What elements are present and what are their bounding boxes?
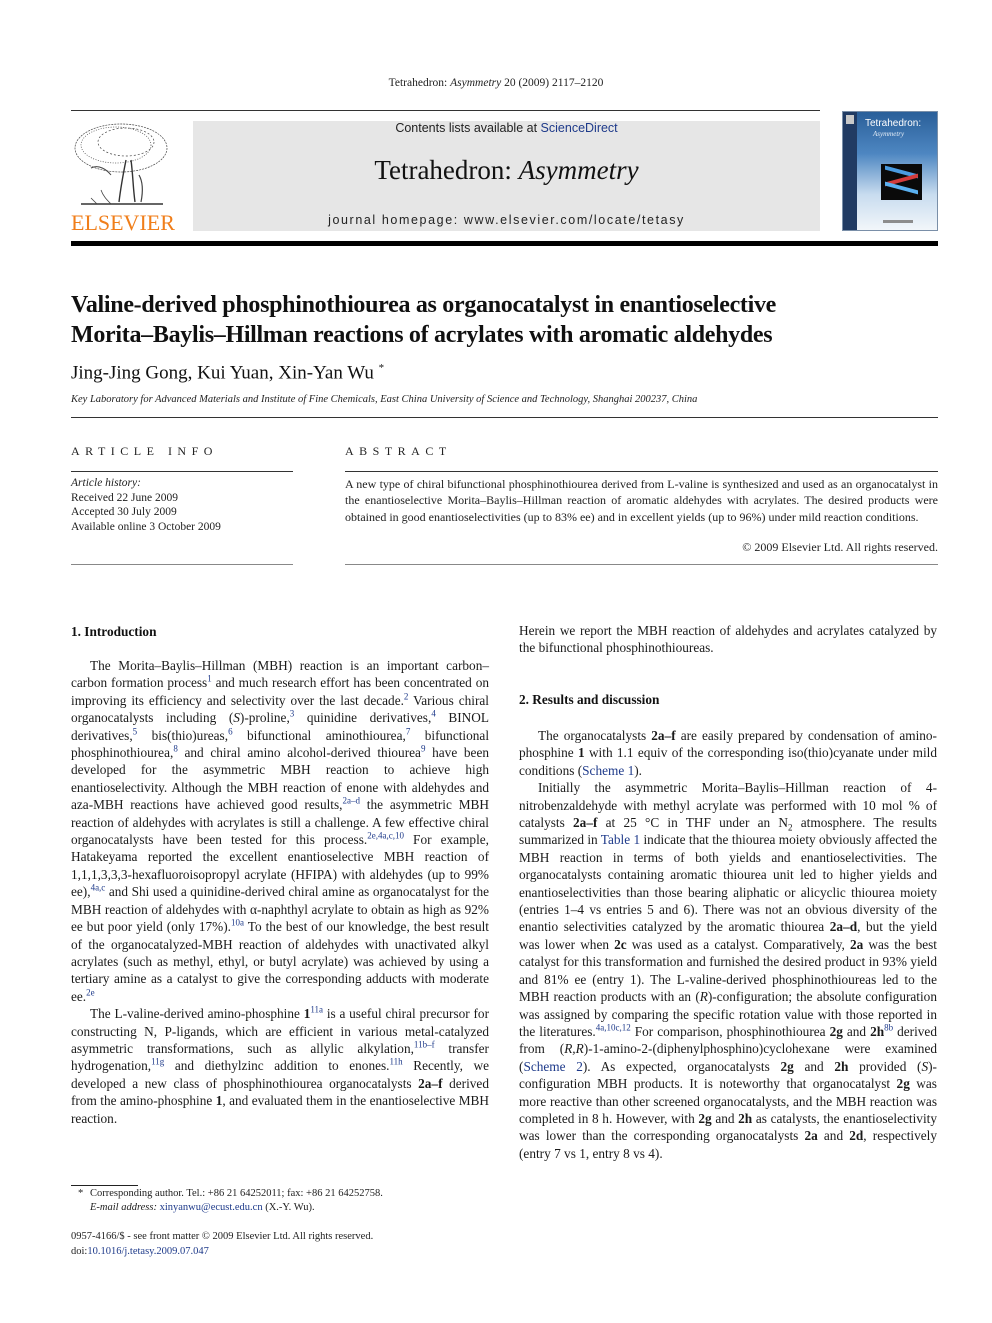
scheme-1-link[interactable]: Scheme 1 bbox=[582, 763, 634, 778]
masthead-thick-rule bbox=[71, 241, 938, 246]
citation-ref[interactable]: 8b bbox=[884, 1022, 893, 1032]
compound-ref: 2h bbox=[834, 1058, 849, 1074]
results-paragraph-2: Initially the asymmetric Morita–Baylis–H… bbox=[519, 780, 937, 1161]
compound-ref: 2a–f bbox=[573, 815, 598, 831]
intro-paragraph-1: The Morita–Baylis–Hillman (MBH) reaction… bbox=[71, 658, 490, 1004]
abstract-heading: ABSTRACT bbox=[345, 444, 452, 458]
elsevier-wordmark[interactable]: ELSEVIER bbox=[71, 210, 175, 236]
citation-ref[interactable]: 11h bbox=[390, 1057, 403, 1067]
journal-name-italic: Asymmetry bbox=[518, 155, 639, 185]
compound-ref: 2g bbox=[780, 1058, 794, 1074]
scheme-2-link[interactable]: Scheme 2 bbox=[523, 1059, 582, 1074]
email-suffix: (X.-Y. Wu). bbox=[265, 1202, 315, 1213]
cover-side-strip bbox=[843, 112, 857, 230]
running-head-journal-italic: Asymmetry bbox=[450, 77, 502, 89]
body-column-left: The Morita–Baylis–Hillman (MBH) reaction… bbox=[71, 657, 489, 1127]
results-paragraph-1: The organocatalysts 2a–f are easily prep… bbox=[519, 728, 937, 778]
cover-subtitle: Asymmetry bbox=[873, 130, 905, 138]
history-received: Received 22 June 2009 bbox=[71, 491, 178, 504]
article-info-rule-top bbox=[71, 471, 293, 472]
citation-ref[interactable]: 11b–f bbox=[414, 1040, 435, 1050]
cover-title: Tetrahedron: bbox=[865, 118, 922, 129]
article-title-line-1: Valine-derived phosphinothiourea as orga… bbox=[71, 292, 777, 318]
abstract-text: A new type of chiral bifunctional phosph… bbox=[345, 477, 938, 524]
compound-ref: 2d bbox=[849, 1128, 864, 1144]
citation-ref[interactable]: 4a,c bbox=[91, 883, 106, 893]
compound-ref: 2h bbox=[738, 1110, 753, 1126]
compound-ref: 2a–f bbox=[418, 1075, 443, 1091]
compound-ref: 2a bbox=[849, 936, 864, 952]
footnote-contact: Corresponding author. Tel.: +86 21 64252… bbox=[90, 1188, 383, 1199]
compound-ref: 2a bbox=[804, 1128, 818, 1144]
compound-ref: 2g bbox=[829, 1023, 843, 1039]
article-info-heading: ARTICLE INFO bbox=[71, 444, 218, 458]
article-history: Article history: Received 22 June 2009 A… bbox=[71, 476, 221, 534]
homepage-url-link[interactable]: www.elsevier.com/locate/tetasy bbox=[464, 213, 685, 227]
abstract-rule-bottom bbox=[345, 564, 938, 565]
running-head-citation: 20 (2009) 2117–2120 bbox=[504, 77, 604, 89]
compound-ref: 2a–f bbox=[651, 728, 676, 743]
running-head-journal: Tetrahedron: bbox=[388, 77, 448, 89]
compound-ref: 2g bbox=[698, 1110, 712, 1126]
cover-footer-logo-icon bbox=[883, 220, 913, 223]
affiliation: Key Laboratory for Advanced Materials an… bbox=[71, 394, 698, 405]
table-1-link[interactable]: Table 1 bbox=[601, 832, 640, 847]
article-title: Valine-derived phosphinothiourea as orga… bbox=[71, 290, 938, 350]
section-heading-results: 2. Results and discussion bbox=[519, 692, 660, 707]
intro-paragraph-2: The L-valine-derived amino-phosphine 111… bbox=[71, 1004, 489, 1126]
front-matter: 0957-4166/$ - see front matter © 2009 El… bbox=[71, 1230, 373, 1259]
corresponding-author-mark[interactable]: * bbox=[379, 362, 385, 374]
abstract-copyright: © 2009 Elsevier Ltd. All rights reserved… bbox=[742, 540, 938, 554]
intro-paragraph-3: Herein we report the MBH reaction of ald… bbox=[519, 623, 937, 656]
history-label: Article history: bbox=[71, 477, 141, 489]
doi-link[interactable]: 10.1016/j.tetasy.2009.07.047 bbox=[87, 1246, 209, 1257]
journal-name-main: Tetrahedron: bbox=[374, 155, 512, 185]
results-text: The organocatalysts 2a–f are easily prep… bbox=[519, 727, 937, 1162]
footnote-star: * bbox=[78, 1188, 84, 1199]
abstract-rule-top bbox=[345, 471, 938, 472]
journal-name: Tetrahedron: Asymmetry bbox=[193, 155, 820, 186]
contents-prefix: Contents lists available at bbox=[395, 121, 538, 135]
cover-elsevier-badge-icon bbox=[846, 115, 854, 124]
compound-ref: 2a–d bbox=[829, 919, 858, 935]
history-online: Available online 3 October 2009 bbox=[71, 520, 221, 533]
compound-ref: 2g bbox=[896, 1076, 910, 1092]
corresponding-author-footnote: * Corresponding author. Tel.: +86 21 6425… bbox=[78, 1187, 383, 1215]
citation-ref[interactable]: 2e,4a,c,10 bbox=[367, 831, 404, 841]
cover-artwork-icon bbox=[881, 164, 922, 200]
article-info-rule-bottom bbox=[71, 564, 293, 565]
authors-text: Jing-Jing Gong, Kui Yuan, Xin-Yan Wu bbox=[71, 362, 374, 384]
body-column-right: Herein we report the MBH reaction of ald… bbox=[519, 622, 937, 657]
sciencedirect-link[interactable]: ScienceDirect bbox=[541, 121, 618, 135]
citation-ref[interactable]: 11g bbox=[151, 1057, 164, 1067]
article-title-line-2: Morita–Baylis–Hillman reactions of acryl… bbox=[71, 322, 773, 348]
contents-line: Contents lists available at ScienceDirec… bbox=[193, 121, 820, 135]
homepage-label: journal homepage: bbox=[328, 213, 459, 227]
citation-ref[interactable]: 11a bbox=[310, 1005, 323, 1015]
affiliation-rule bbox=[71, 417, 938, 418]
email-link[interactable]: xinyanwu@ecust.edu.cn bbox=[160, 1202, 263, 1213]
citation-ref[interactable]: 10a bbox=[231, 918, 244, 928]
author-list: Jing-Jing Gong, Kui Yuan, Xin-Yan Wu * bbox=[71, 362, 384, 384]
section-heading-introduction: 1. Introduction bbox=[71, 624, 157, 639]
email-label: E-mail address: bbox=[90, 1202, 157, 1213]
compound-ref: 2h bbox=[870, 1023, 885, 1039]
journal-homepage: journal homepage: www.elsevier.com/locat… bbox=[193, 213, 820, 227]
compound-ref: 2c bbox=[614, 936, 627, 952]
citation-ref[interactable]: 4a,10c,12 bbox=[596, 1022, 631, 1032]
journal-cover-thumbnail[interactable]: Tetrahedron: Asymmetry bbox=[842, 111, 938, 231]
issn-line: 0957-4166/$ - see front matter © 2009 El… bbox=[71, 1231, 374, 1242]
footnote-rule bbox=[71, 1185, 138, 1186]
citation-ref[interactable]: 2a–d bbox=[342, 796, 360, 806]
history-accepted: Accepted 30 July 2009 bbox=[71, 506, 177, 518]
compound-ref: 1 bbox=[577, 745, 585, 761]
running-head: Tetrahedron: Asymmetry 20 (2009) 2117–21… bbox=[0, 77, 992, 89]
header-rule bbox=[71, 110, 820, 111]
citation-ref[interactable]: 2e bbox=[86, 987, 95, 997]
doi-prefix: doi: bbox=[71, 1245, 88, 1257]
